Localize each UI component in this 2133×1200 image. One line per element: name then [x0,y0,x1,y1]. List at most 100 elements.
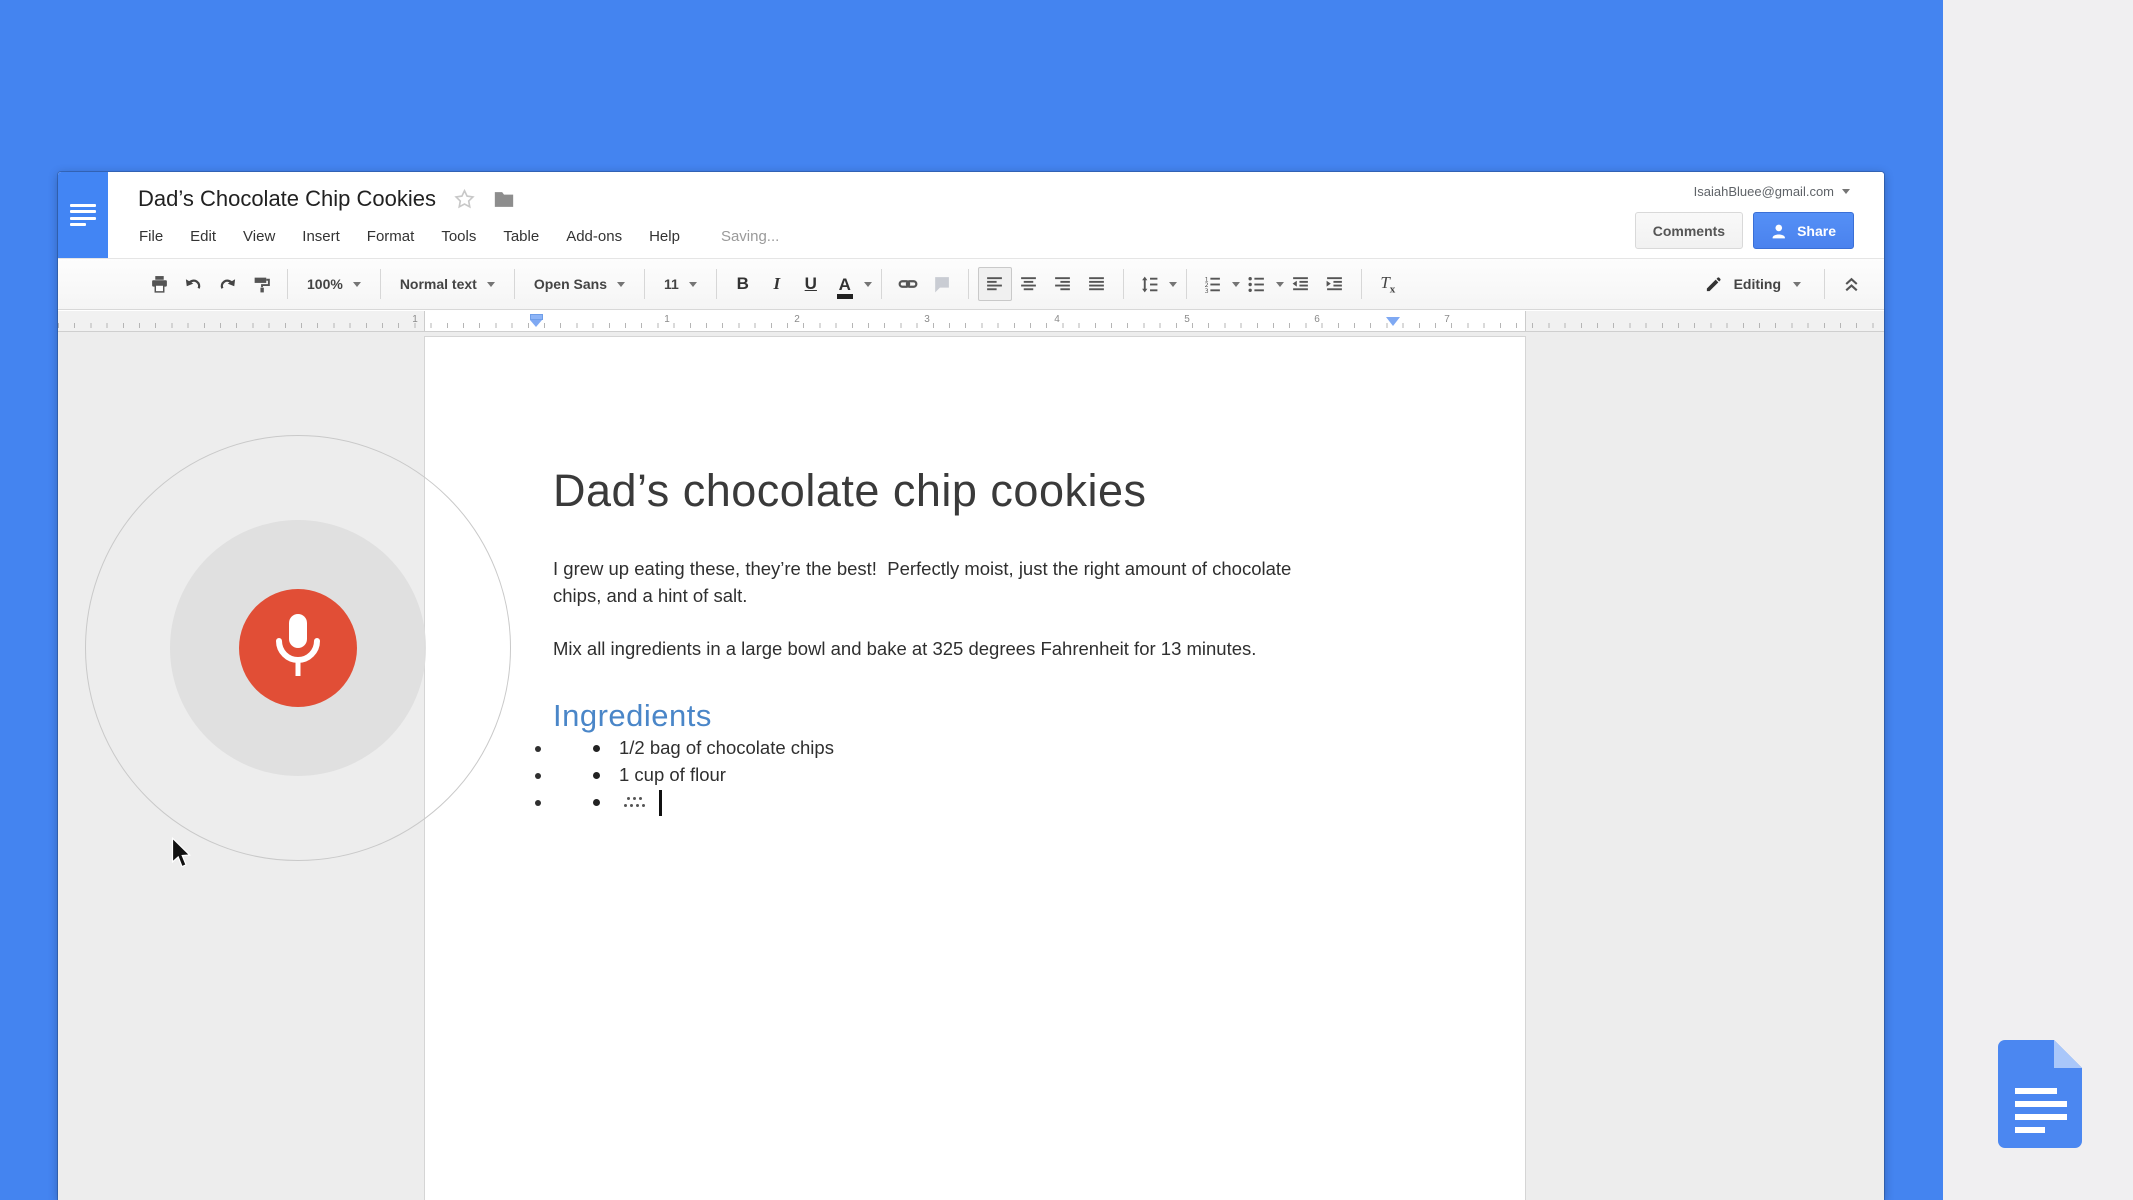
text-color-button[interactable]: A [828,267,862,301]
menu-format[interactable]: Format [367,228,415,245]
logo-text-lines [2015,1088,2067,1133]
doc-paragraph[interactable]: I grew up eating these, they’re the best… [553,555,1413,609]
person-icon [1771,223,1789,239]
align-center-icon [1019,275,1038,294]
separator [716,269,717,299]
left-indent-marker[interactable] [530,314,544,327]
account-menu[interactable]: IsaiahBluee@gmail.com [1694,184,1850,199]
undo-button[interactable] [176,267,210,301]
list-item[interactable] [553,788,1525,816]
ruler-number: 7 [1444,314,1450,325]
chevron-down-icon[interactable] [1276,282,1284,287]
star-icon[interactable] [454,189,475,210]
ruler-ticks [58,323,1884,328]
chevron-down-icon[interactable] [1169,282,1177,287]
italic-button[interactable]: I [760,267,794,301]
bold-button[interactable]: B [726,267,760,301]
numbered-list-button[interactable]: 123 [1196,267,1230,301]
ruler-number: 6 [1314,314,1320,325]
chevron-down-icon[interactable] [864,282,872,287]
voice-typing-pending-dots-icon [619,796,647,810]
menu-addons[interactable]: Add-ons [566,228,622,245]
align-left-icon [985,275,1004,294]
separator [644,269,645,299]
align-center-button[interactable] [1012,267,1046,301]
justify-button[interactable] [1080,267,1114,301]
menu-view[interactable]: View [243,228,275,245]
separator [1361,269,1362,299]
increase-indent-button[interactable] [1318,267,1352,301]
editing-mode-button[interactable]: Editing [1691,276,1815,293]
undo-icon [184,275,203,294]
increase-indent-icon [1325,275,1344,294]
separator [380,269,381,299]
print-button[interactable] [142,267,176,301]
decrease-indent-icon [1291,275,1310,294]
underline-label: U [805,274,817,294]
print-icon [150,275,169,294]
clear-formatting-button[interactable]: Tx [1371,267,1405,301]
comments-button[interactable]: Comments [1635,212,1743,249]
collapse-toolbar-button[interactable] [1834,267,1868,301]
decrease-indent-button[interactable] [1284,267,1318,301]
link-icon [898,274,918,294]
ruler-number: 4 [1054,314,1060,325]
ruler-number: 1 [412,314,418,325]
bulleted-list-icon [1247,275,1266,294]
font-size-value: 11 [664,276,679,292]
chevron-down-icon [1842,189,1850,194]
paragraph-style-select[interactable]: Normal text [390,267,505,301]
menu-file[interactable]: File [139,228,163,245]
redo-icon [218,275,237,294]
list-item[interactable]: 1/2 bag of chocolate chips [553,734,1525,761]
ruler[interactable]: 1 1 2 3 4 5 6 7 [58,311,1884,332]
saving-status: Saving... [721,228,779,245]
line-spacing-button[interactable] [1133,267,1167,301]
paint-format-button[interactable] [244,267,278,301]
underline-button[interactable]: U [794,267,828,301]
menu-insert[interactable]: Insert [302,228,340,245]
align-right-icon [1053,275,1072,294]
italic-label: I [773,274,780,294]
pencil-icon [1705,276,1722,293]
share-button[interactable]: Share [1753,212,1854,249]
separator [1186,269,1187,299]
menu-help[interactable]: Help [649,228,680,245]
list-item[interactable]: 1 cup of flour [553,761,1525,788]
bulleted-list-button[interactable] [1240,267,1274,301]
separator [881,269,882,299]
document-page[interactable]: Dad’s chocolate chip cookies I grew up e… [424,336,1526,1200]
align-right-button[interactable] [1046,267,1080,301]
separator [514,269,515,299]
mode-controls: Editing [1691,259,1868,309]
right-indent-marker[interactable] [1386,317,1400,326]
docs-document-icon [70,204,96,227]
chevron-down-icon [617,282,625,287]
redo-button[interactable] [210,267,244,301]
ruler-page-area [424,311,1526,331]
insert-comment-button [925,267,959,301]
doc-heading[interactable]: Dad’s chocolate chip cookies [553,465,1415,517]
editing-mode-label: Editing [1734,276,1781,292]
font-size-select[interactable]: 11 [654,267,707,301]
menu-edit[interactable]: Edit [190,228,216,245]
move-to-folder-icon[interactable] [493,190,515,209]
docs-home-button[interactable] [58,172,108,258]
voice-typing-mic-button[interactable] [239,589,357,707]
paragraph-style-value: Normal text [400,276,477,292]
document-title[interactable]: Dad’s Chocolate Chip Cookies [138,186,436,212]
mouse-cursor [171,837,193,869]
menu-tools[interactable]: Tools [441,228,476,245]
doc-section-heading[interactable]: Ingredients [553,698,1415,734]
doc-paragraph[interactable]: Mix all ingredients in a large bowl and … [553,635,1413,662]
font-select[interactable]: Open Sans [524,267,635,301]
window-header: Dad’s Chocolate Chip Cookies File Edit V… [58,172,1884,258]
menu-table[interactable]: Table [503,228,539,245]
zoom-select[interactable]: 100% [297,267,371,301]
chevron-down-icon[interactable] [1232,282,1240,287]
insert-link-button[interactable] [891,267,925,301]
font-value: Open Sans [534,276,607,292]
align-left-button[interactable] [978,267,1012,301]
chevron-down-icon [353,282,361,287]
numbered-list-icon: 123 [1203,275,1222,294]
